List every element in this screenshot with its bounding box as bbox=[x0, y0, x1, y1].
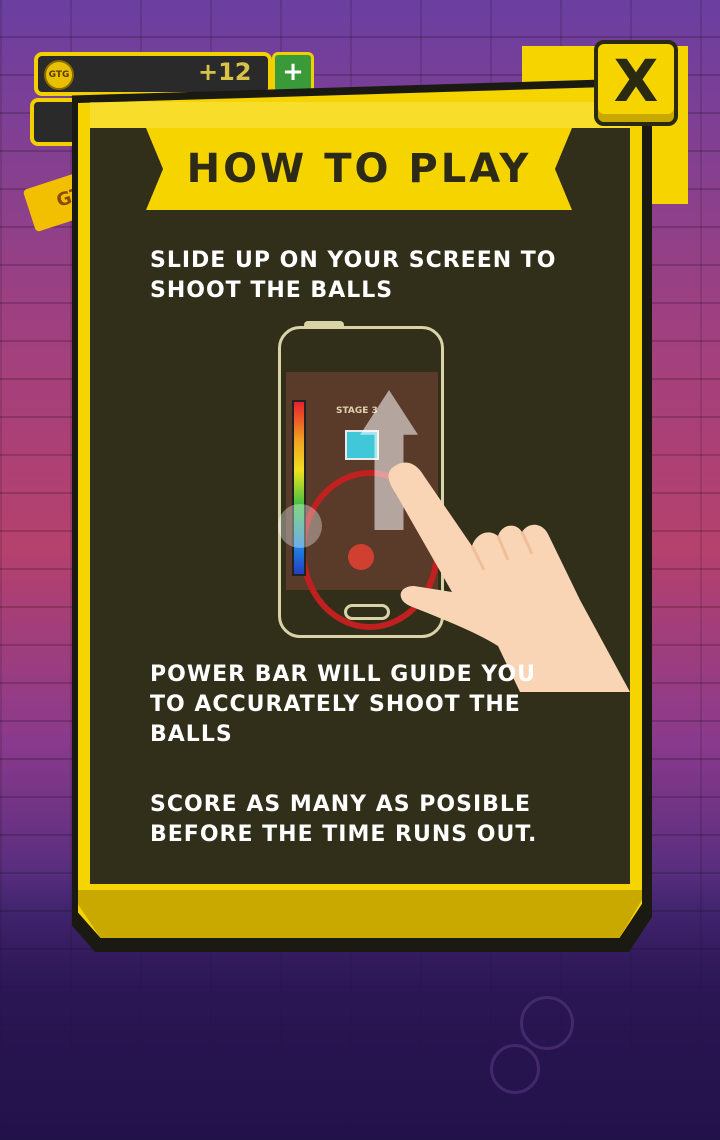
dialog-frame-bottom bbox=[78, 890, 642, 938]
background-ball-icon bbox=[490, 1044, 540, 1094]
basketball-icon bbox=[348, 544, 374, 570]
coin-delta: +12 bbox=[198, 58, 252, 86]
coin-icon: GTG bbox=[44, 60, 74, 90]
instruction-score: SCORE AS MANY AS POSIBLE BEFORE THE TIME… bbox=[150, 792, 538, 847]
dialog-highlight bbox=[90, 102, 630, 128]
power-marker bbox=[278, 504, 322, 548]
coin-counter: GTG +12 bbox=[34, 52, 272, 96]
instruction-slide: SLIDE UP ON YOUR SCREEN TO SHOOT THE BAL… bbox=[150, 248, 557, 303]
background-ball-icon bbox=[520, 996, 574, 1050]
stage-label: STAGE 3 bbox=[336, 406, 378, 416]
add-coins-button[interactable]: + bbox=[272, 52, 314, 94]
close-button[interactable]: X bbox=[594, 40, 678, 126]
power-bar bbox=[292, 400, 306, 576]
instruction-power-bar: POWER BAR WILL GUIDE YOU TO ACCURATELY S… bbox=[150, 662, 537, 747]
dialog-title: HOW TO PLAY bbox=[186, 146, 532, 192]
close-x-icon: X bbox=[613, 47, 659, 115]
